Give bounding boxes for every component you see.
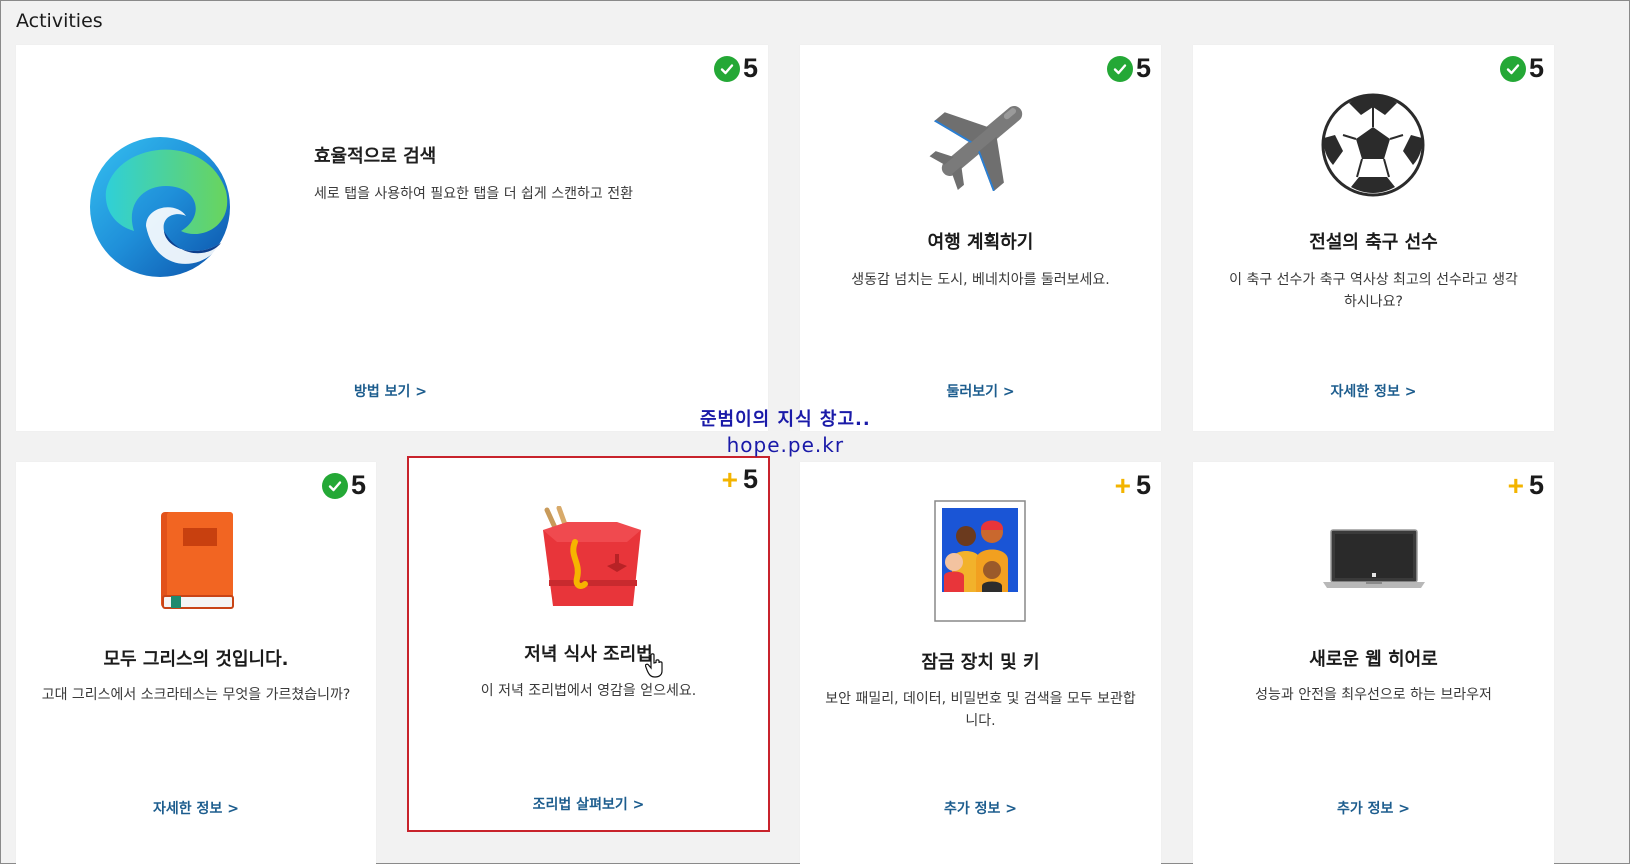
points-badge: 5 — [321, 470, 366, 501]
plus-icon: + — [1507, 469, 1524, 501]
plus-icon: + — [721, 463, 738, 495]
card-description: 이 축구 선수가 축구 역사상 최고의 선수라고 생각하시나요? — [1229, 272, 1518, 310]
book-icon — [157, 508, 237, 616]
activity-card-soccer[interactable]: 5 전설의 축구 선수 이 축구 선수가 축구 역사상 최고의 선수라고 생각하… — [1193, 45, 1554, 431]
points-badge: + 5 — [722, 464, 758, 495]
card-title: 저녁 식사 조리법 — [524, 644, 653, 665]
watermark-line2: hope.pe.kr — [726, 433, 845, 457]
check-icon — [1106, 55, 1133, 82]
card-title: 전설의 축구 선수 — [1309, 232, 1438, 253]
takeout-box-icon — [537, 505, 647, 612]
card-link[interactable]: 방법 보기 > — [354, 381, 427, 401]
card-description: 이 저녁 조리법에서 영감을 얻으세요. — [480, 683, 697, 699]
points-value: 5 — [1528, 470, 1544, 500]
card-description: 보안 패밀리, 데이터, 비밀번호 및 검색을 모두 보관합니다. — [825, 691, 1136, 729]
activity-card-travel[interactable]: 5 여행 계획하기 생동감 넘치는 도시, 베네치아를 둘러보세요. 둘러보기 … — [800, 45, 1161, 431]
card-description: 세로 탭을 사용하여 필요한 탭을 더 쉽게 스캔하고 전환 — [314, 186, 633, 202]
points-value: 5 — [742, 464, 758, 494]
check-icon — [321, 472, 348, 499]
activity-card-web-hero[interactable]: + 5 새로운 웹 히어로 성능과 안전을 최우선으로 하는 브라우저 추가 정… — [1193, 462, 1554, 864]
card-link[interactable]: 둘러보기 > — [800, 381, 1161, 401]
card-link[interactable]: 추가 정보 > — [800, 798, 1161, 818]
card-title: 잠금 장치 및 키 — [921, 652, 1040, 673]
hand-cursor-icon — [644, 653, 665, 683]
edge-logo-icon — [86, 131, 234, 283]
activity-card-recipe[interactable]: + 5 저녁 식사 조리법 이 저녁 조리법에서 영감을 얻으세요. 조리법 살… — [407, 456, 770, 832]
activity-card-edge[interactable]: 5 효율적으로 검색 세로 탭을 사용하여 필요한 탭을 더 쉽게 스캔하고 전… — [16, 45, 768, 431]
points-badge: + 5 — [1115, 470, 1151, 501]
points-value: 5 — [742, 53, 758, 83]
laptop-icon — [1321, 528, 1427, 594]
activity-card-greece[interactable]: 5 모두 그리스의 것입니다. 고대 그리스에서 소크라테스는 무엇을 가르쳤습… — [16, 462, 376, 864]
watermark-line1: 준범이의 지식 창고.. — [700, 409, 871, 430]
card-link[interactable]: 자세한 정보 > — [16, 798, 376, 818]
points-value: 5 — [1528, 53, 1544, 83]
airplane-icon — [928, 91, 1036, 195]
card-title: 효율적으로 검색 — [314, 146, 437, 167]
card-link[interactable]: 조리법 살펴보기 > — [409, 794, 768, 814]
soccer-ball-icon — [1321, 93, 1425, 201]
card-description: 생동감 넘치는 도시, 베네치아를 둘러보세요. — [851, 272, 1110, 288]
card-title: 모두 그리스의 것입니다. — [103, 649, 289, 670]
section-title: Activities — [16, 10, 103, 32]
card-title: 새로운 웹 히어로 — [1309, 649, 1438, 670]
check-icon — [1499, 55, 1526, 82]
points-value: 5 — [1135, 53, 1151, 83]
family-photo-icon — [934, 500, 1026, 626]
points-badge: 5 — [1499, 53, 1544, 84]
points-badge: + 5 — [1508, 470, 1544, 501]
points-value: 5 — [1135, 470, 1151, 500]
card-description: 고대 그리스에서 소크라테스는 무엇을 가르쳤습니까? — [41, 687, 351, 703]
card-link[interactable]: 추가 정보 > — [1193, 798, 1554, 818]
points-value: 5 — [350, 470, 366, 500]
card-title: 여행 계획하기 — [927, 232, 1034, 253]
watermark: 준범이의 지식 창고.. hope.pe.kr — [700, 405, 871, 457]
plus-icon: + — [1114, 469, 1131, 501]
check-icon — [713, 55, 740, 82]
card-description: 성능과 안전을 최우선으로 하는 브라우저 — [1255, 687, 1492, 703]
activity-card-locks[interactable]: + 5 잠금 장치 및 키 보안 패밀리, 데이터, 비밀번호 및 검색을 모두… — [800, 462, 1161, 864]
points-badge: 5 — [713, 53, 758, 84]
card-link[interactable]: 자세한 정보 > — [1193, 381, 1554, 401]
points-badge: 5 — [1106, 53, 1151, 84]
